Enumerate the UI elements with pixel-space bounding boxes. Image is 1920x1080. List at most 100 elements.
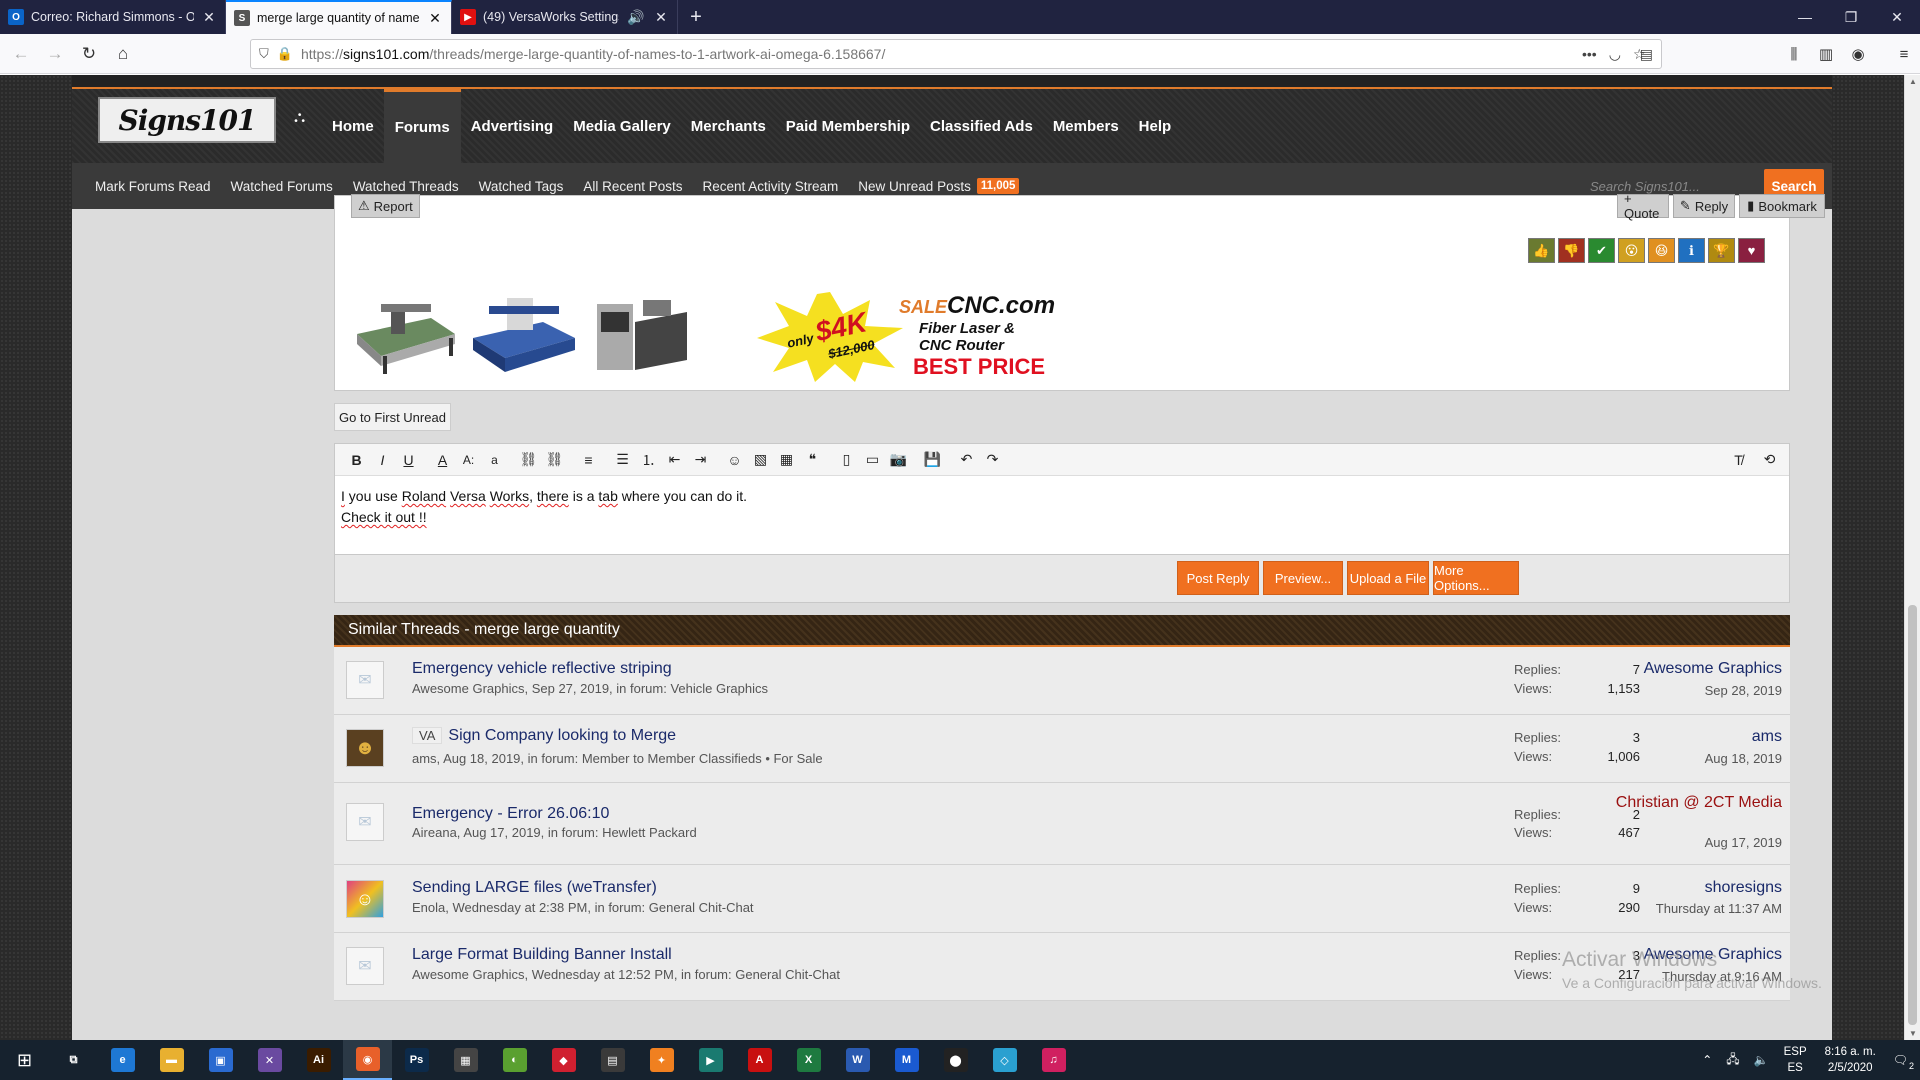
check-icon[interactable]: ✔ [1588, 238, 1615, 263]
taskbar-app[interactable]: ♫ [1029, 1040, 1078, 1080]
tab-youtube[interactable]: ▶ (49) VersaWorks Settings for 🔊 ✕ [452, 0, 678, 34]
thumbs-up-icon[interactable]: 👍 [1528, 238, 1555, 263]
new-tab-button[interactable]: + [678, 0, 714, 34]
start-button[interactable]: ⊞ [0, 1040, 49, 1080]
taskbar-app[interactable]: ◉ [343, 1040, 392, 1080]
bookmark-star-icon[interactable]: ☆ [1633, 46, 1646, 63]
subnav-mark-forums-read[interactable]: Mark Forums Read [95, 179, 211, 194]
close-tab-icon[interactable]: ✕ [201, 9, 217, 26]
close-tab-icon[interactable]: ✕ [653, 9, 669, 26]
clock[interactable]: 8:16 a. m. 2/5/2020 [1825, 1044, 1876, 1076]
save-draft-icon[interactable]: 💾 [921, 449, 944, 471]
tray-chevron-icon[interactable]: ⌃ [1702, 1053, 1712, 1067]
library-icon[interactable]: ⫼ [1778, 46, 1810, 63]
underline-icon[interactable]: U [397, 449, 420, 471]
post-reply-button[interactable]: Post Reply [1177, 561, 1259, 595]
taskbar-app[interactable]: ▦ [441, 1040, 490, 1080]
taskbar-app[interactable]: ▶ [686, 1040, 735, 1080]
pocket-icon[interactable]: ◡ [1609, 46, 1621, 63]
taskbar-app[interactable]: W [833, 1040, 882, 1080]
more-options-button[interactable]: More Options... [1433, 561, 1519, 595]
restore-icon[interactable]: ❐ [1828, 0, 1874, 34]
thread-title[interactable]: Sending LARGE files (weTransfer) [412, 879, 657, 897]
ad-banner[interactable]: only $4K $12,000 SALECNC.com Fiber Laser… [351, 284, 1071, 386]
camera-icon[interactable]: 📷 [887, 449, 910, 471]
italic-icon[interactable]: I [371, 449, 394, 471]
info-icon[interactable]: ℹ [1678, 238, 1705, 263]
nav-classified-ads[interactable]: Classified Ads [920, 89, 1043, 163]
toggle-bbcode-icon[interactable]: ⟲ [1758, 449, 1781, 471]
quote-icon[interactable]: ❝ [801, 449, 824, 471]
home-icon[interactable]: ⌂ [106, 38, 140, 70]
smiley-icon[interactable]: ☺ [723, 449, 746, 471]
taskbar-app[interactable]: ◆ [539, 1040, 588, 1080]
numbered-list-icon[interactable]: ⒈ [637, 449, 660, 471]
nav-home[interactable]: Home [322, 89, 384, 163]
avatar[interactable]: ☻ [346, 729, 384, 767]
outdent-icon[interactable]: ⇤ [663, 449, 686, 471]
menu-icon[interactable]: ≡ [1888, 46, 1920, 63]
report-button[interactable]: ⚠ Report [351, 194, 420, 218]
taskbar-app[interactable]: ▤ [588, 1040, 637, 1080]
undo-icon[interactable]: ↶ [955, 449, 978, 471]
taskbar-app[interactable]: ⧉ [49, 1040, 98, 1080]
align-icon[interactable]: ≡ [577, 449, 600, 471]
last-poster[interactable]: ams [1612, 727, 1782, 746]
spoiler-icon[interactable]: ▭ [861, 449, 884, 471]
quote-button[interactable]: + Quote [1617, 191, 1669, 221]
scrollbar-thumb[interactable] [1908, 605, 1917, 1025]
taskbar-app[interactable]: ◇ [980, 1040, 1029, 1080]
font-family-icon[interactable]: a [483, 449, 506, 471]
last-post-date[interactable]: Aug 17, 2019 [1705, 835, 1782, 850]
taskbar-app[interactable]: Ai [294, 1040, 343, 1080]
last-post-date[interactable]: Thursday at 11:37 AM [1656, 901, 1782, 916]
thread-title[interactable]: Emergency vehicle reflective striping [412, 660, 672, 678]
sitemap-icon[interactable]: ⛬ [294, 109, 305, 127]
laugh-icon[interactable]: 😆 [1648, 238, 1675, 263]
indent-icon[interactable]: ⇥ [689, 449, 712, 471]
image-icon[interactable]: ▧ [749, 449, 772, 471]
close-tab-icon[interactable]: ✕ [427, 10, 443, 27]
avatar[interactable]: ☺ [346, 880, 384, 918]
tracking-shield-icon[interactable]: ⛉ [259, 46, 269, 62]
code-icon[interactable]: ▯ [835, 449, 858, 471]
taskbar-app[interactable]: ✦ [637, 1040, 686, 1080]
avatar[interactable]: ✉ [346, 947, 384, 985]
more-actions-icon[interactable]: ••• [1582, 46, 1597, 63]
nav-advertising[interactable]: Advertising [461, 89, 564, 163]
heart-icon[interactable]: ♥ [1738, 238, 1765, 263]
minimize-icon[interactable]: — [1782, 0, 1828, 34]
redo-icon[interactable]: ↷ [981, 449, 1004, 471]
language-indicator[interactable]: ESP ES [1784, 1044, 1807, 1076]
thumbs-down-icon[interactable]: 👎 [1558, 238, 1585, 263]
thread-title[interactable]: VA Sign Company looking to Merge [412, 727, 676, 745]
reply-button[interactable]: ✎ Reply [1673, 194, 1735, 218]
page-scrollbar[interactable]: ▲ ▼ [1904, 75, 1920, 1040]
taskbar-app[interactable]: ▬ [147, 1040, 196, 1080]
volume-icon[interactable]: 🔈 [1754, 1053, 1769, 1067]
back-icon[interactable]: ← [4, 38, 38, 70]
last-poster[interactable]: Christian @ 2CT Media [1612, 793, 1782, 812]
reload-icon[interactable]: ↻ [72, 38, 106, 70]
address-bar[interactable]: ⛉ 🔒 https://signs101.com/threads/merge-l… [250, 39, 1662, 69]
avatar[interactable]: ✉ [346, 803, 384, 841]
go-to-first-unread-button[interactable]: Go to First Unread [334, 403, 451, 431]
notifications-icon[interactable]: 🗨 2 [1893, 1053, 1914, 1071]
nav-help[interactable]: Help [1129, 89, 1182, 163]
nav-media-gallery[interactable]: Media Gallery [563, 89, 681, 163]
trophy-icon[interactable]: 🏆 [1708, 238, 1735, 263]
last-post-date[interactable]: Aug 18, 2019 [1705, 751, 1782, 766]
text-color-icon[interactable]: A [431, 449, 454, 471]
bullet-list-icon[interactable]: ☰ [611, 449, 634, 471]
sidebar-icon[interactable]: ▥ [1810, 45, 1842, 63]
taskbar-app[interactable]: A [735, 1040, 784, 1080]
url-text[interactable]: https://signs101.com/threads/merge-large… [301, 46, 1632, 62]
media-icon[interactable]: ▦ [775, 449, 798, 471]
avatar[interactable]: ✉ [346, 661, 384, 699]
nav-paid-membership[interactable]: Paid Membership [776, 89, 920, 163]
speaker-icon[interactable]: 🔊 [626, 9, 646, 26]
subnav-watched-forums[interactable]: Watched Forums [231, 179, 333, 194]
last-post-date[interactable]: Sep 28, 2019 [1705, 683, 1782, 698]
thread-title[interactable]: Large Format Building Banner Install [412, 946, 672, 964]
link-icon[interactable]: ⛓ [517, 449, 540, 471]
